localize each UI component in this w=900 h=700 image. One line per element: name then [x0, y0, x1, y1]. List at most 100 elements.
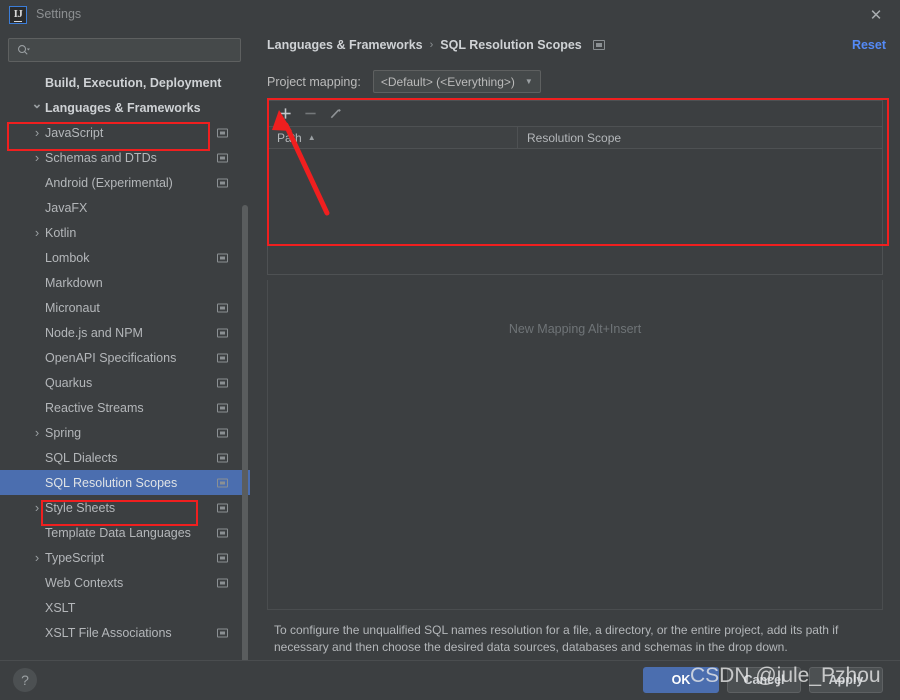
project-scope-icon: [217, 153, 228, 162]
apply-button[interactable]: Apply: [809, 667, 883, 693]
sidebar-item-build-execution-deployment[interactable]: Build, Execution, Deployment: [0, 70, 250, 95]
breadcrumb-parent[interactable]: Languages & Frameworks: [267, 38, 423, 52]
sidebar-item-schemas-and-dtds[interactable]: › Schemas and DTDs: [0, 145, 250, 170]
sidebar-item-quarkus[interactable]: Quarkus: [0, 370, 250, 395]
project-scope-icon: [592, 40, 605, 50]
column-header-path[interactable]: Path ▲: [268, 127, 518, 148]
title-bar: IJ Settings ✕: [0, 0, 900, 30]
sidebar-item-web-contexts[interactable]: Web Contexts: [0, 570, 250, 595]
settings-tree: Build, Execution, Deployment ⌄ Languages &…: [0, 70, 250, 660]
sidebar-item-android-experimental[interactable]: Android (Experimental): [0, 170, 250, 195]
project-scope-icon: [217, 503, 228, 512]
sidebar-item-reactive-streams[interactable]: Reactive Streams: [0, 395, 250, 420]
project-mapping-dropdown[interactable]: <Default> (<Everything>) ▼: [372, 70, 541, 93]
help-button[interactable]: ?: [13, 668, 37, 692]
project-scope-icon: [217, 328, 228, 337]
sidebar-item-xslt-file-associations[interactable]: XSLT File Associations: [0, 620, 250, 645]
chevron-down-icon[interactable]: ⌄: [32, 96, 43, 111]
project-scope-icon: [217, 628, 228, 637]
sidebar-item-label: Web Contexts: [45, 575, 124, 590]
sidebar-item-label: JavaFX: [45, 200, 88, 215]
mappings-table-block: Path ▲ Resolution Scope: [267, 100, 883, 275]
project-scope-icon: [217, 553, 228, 562]
project-scope-icon: [217, 478, 228, 487]
new-mapping-hint: New Mapping Alt+Insert: [508, 322, 642, 336]
search-box[interactable]: [8, 38, 241, 62]
sort-ascending-icon: ▲: [307, 133, 316, 142]
project-scope-icon: [217, 403, 228, 412]
mappings-table-header: Path ▲ Resolution Scope: [268, 127, 882, 149]
breadcrumb: Languages & Frameworks › SQL Resolution …: [267, 38, 605, 52]
sidebar-item-label: Node.js and NPM: [45, 325, 143, 340]
sidebar-scrollbar[interactable]: [242, 205, 248, 660]
panel-help-text: To configure the unqualified SQL names r…: [274, 623, 839, 654]
remove-mapping-button[interactable]: [299, 103, 321, 125]
search-field-wrapper: [8, 38, 241, 62]
project-scope-icon: [217, 578, 228, 587]
project-scope-icon: [217, 378, 228, 387]
sidebar-item-openapi-specifications[interactable]: OpenAPI Specifications: [0, 345, 250, 370]
sidebar-item-markdown[interactable]: Markdown: [0, 270, 250, 295]
sidebar-item-spring[interactable]: › Spring: [0, 420, 250, 445]
reset-button[interactable]: Reset: [852, 38, 886, 52]
sidebar-item-label: Micronaut: [45, 300, 100, 315]
mappings-table-body[interactable]: [268, 149, 882, 274]
search-icon: [18, 45, 30, 55]
sidebar-item-label: Reactive Streams: [45, 400, 144, 415]
column-header-resolution-scope-label: Resolution Scope: [527, 130, 622, 145]
chevron-right-icon[interactable]: ›: [32, 150, 42, 165]
sidebar-item-label: OpenAPI Specifications: [45, 350, 177, 365]
sidebar-item-javascript[interactable]: › JavaScript: [0, 120, 250, 145]
sidebar-item-sql-dialects[interactable]: SQL Dialects: [0, 445, 250, 470]
sidebar-item-label: Build, Execution, Deployment: [45, 75, 222, 90]
chevron-right-icon[interactable]: ›: [32, 225, 42, 240]
sidebar-item-label: Style Sheets: [45, 500, 116, 515]
breadcrumb-current: SQL Resolution Scopes: [440, 38, 582, 52]
project-mapping-value: <Default> (<Everything>): [380, 74, 515, 89]
sidebar-item-micronaut[interactable]: Micronaut: [0, 295, 250, 320]
sidebar-item-label: SQL Dialects: [45, 450, 118, 465]
add-mapping-button[interactable]: [274, 103, 296, 125]
close-icon[interactable]: ✕: [866, 6, 886, 26]
sidebar-item-label: Template Data Languages: [45, 525, 191, 540]
edit-mapping-button[interactable]: [324, 103, 346, 125]
sidebar-item-label: XSLT File Associations: [45, 625, 172, 640]
window-title: Settings: [36, 7, 82, 21]
search-input[interactable]: [35, 39, 236, 61]
sidebar-item-languages-frameworks[interactable]: ⌄ Languages & Frameworks: [0, 95, 250, 120]
sidebar-item-javafx[interactable]: JavaFX: [0, 195, 250, 220]
sidebar-item-label: XSLT: [45, 600, 76, 615]
project-scope-icon: [217, 253, 228, 262]
sidebar-item-label: Markdown: [45, 275, 103, 290]
settings-main-panel: Languages & Frameworks › SQL Resolution …: [250, 30, 900, 660]
project-scope-icon: [217, 453, 228, 462]
cancel-button[interactable]: Cancel: [727, 667, 801, 693]
ok-button[interactable]: OK: [643, 667, 719, 693]
sidebar-item-style-sheets[interactable]: › Style Sheets: [0, 495, 250, 520]
sidebar-item-label: Spring: [45, 425, 82, 440]
sidebar-item-sql-resolution-scopes[interactable]: SQL Resolution Scopes: [0, 470, 250, 495]
sidebar-item-kotlin[interactable]: › Kotlin: [0, 220, 250, 245]
project-mapping-row: Project mapping: <Default> (<Everything>…: [267, 70, 541, 93]
sidebar-item-xslt[interactable]: XSLT: [0, 595, 250, 620]
column-header-resolution-scope[interactable]: Resolution Scope: [518, 127, 621, 148]
sidebar-item-node-js-and-npm[interactable]: Node.js and NPM: [0, 320, 250, 345]
chevron-down-icon: ▼: [524, 77, 533, 86]
sidebar-item-lombok[interactable]: Lombok: [0, 245, 250, 270]
project-scope-icon: [217, 528, 228, 537]
chevron-right-icon[interactable]: ›: [32, 125, 42, 140]
sidebar-item-typescript[interactable]: › TypeScript: [0, 545, 250, 570]
project-scope-icon: [217, 303, 228, 312]
chevron-right-icon[interactable]: ›: [32, 500, 42, 515]
sidebar-item-template-data-languages[interactable]: Template Data Languages: [0, 520, 250, 545]
project-scope-icon: [217, 128, 228, 137]
plus-icon: [279, 108, 291, 119]
sidebar-item-label: TypeScript: [45, 550, 105, 565]
sidebar-item-label: JavaScript: [45, 125, 104, 140]
sidebar-item-label: Schemas and DTDs: [45, 150, 157, 165]
sidebar-item-label: Android (Experimental): [45, 175, 173, 190]
chevron-right-icon[interactable]: ›: [32, 425, 42, 440]
chevron-right-icon[interactable]: ›: [32, 550, 42, 565]
settings-sidebar: Build, Execution, Deployment ⌄ Languages &…: [0, 30, 250, 660]
mapping-detail-area: New Mapping Alt+Insert: [267, 280, 883, 610]
